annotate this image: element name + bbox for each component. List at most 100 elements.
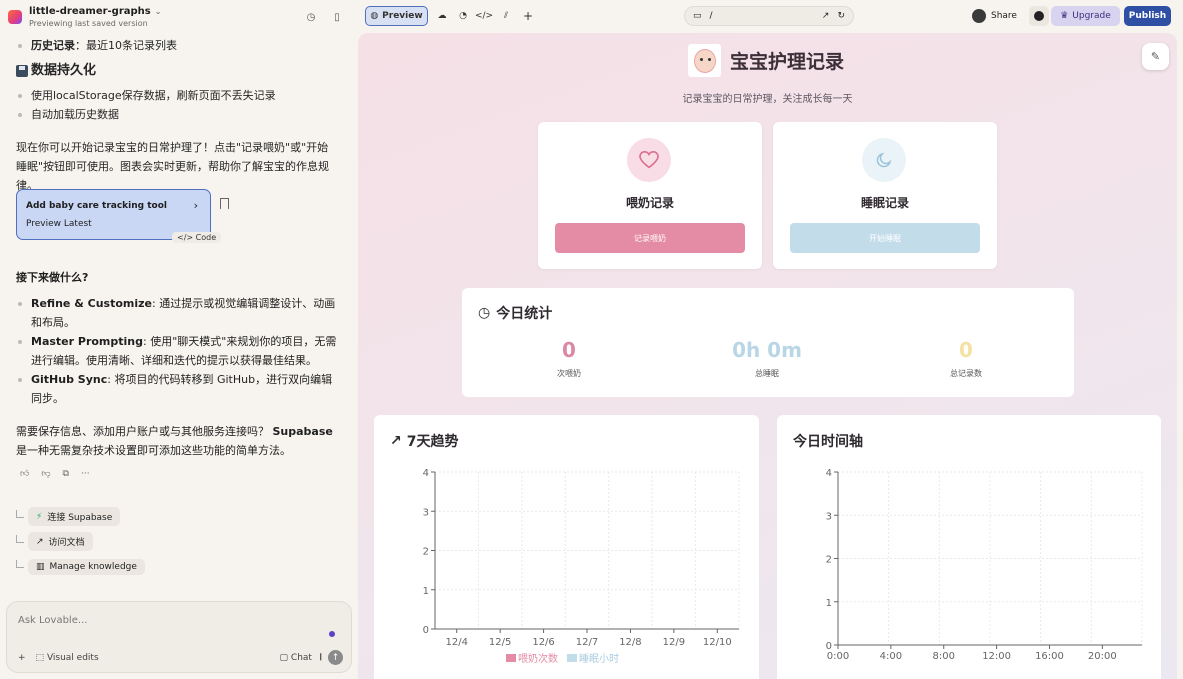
legend-swatch (567, 654, 577, 662)
heart-icon (627, 138, 671, 182)
avatar (972, 9, 986, 23)
legend-label: 睡眠小时 (579, 652, 619, 665)
plus-icon[interactable]: + (520, 6, 536, 26)
preview-button[interactable]: ◍ Preview (365, 6, 428, 26)
url-path[interactable]: / (710, 11, 713, 21)
thumbs-down-icon[interactable]: 👎︎ (41, 469, 50, 479)
list-item: Refine & Customize: 通过提示或视觉编辑调整设计、动画和布局。 (16, 294, 338, 332)
top-bar: ◍ Preview ☁︎ ◔ </> ⫽ + ▭ / ↗ ↻ Share ♛ Upg… (358, 0, 1183, 32)
crown-icon: ♛ (1060, 11, 1069, 21)
sidebar-toggle-icon[interactable]: ▯ (330, 10, 344, 24)
url-bar[interactable]: ▭ / ↗ ↻ (684, 6, 854, 26)
history-icon[interactable]: ◷ (304, 10, 318, 24)
chat-mode-button[interactable]: ▢ Chat (280, 653, 312, 663)
plus-icon[interactable]: + (18, 653, 26, 663)
open-external-icon[interactable]: ↗ (822, 11, 830, 21)
copy-icon[interactable]: ⧉ (63, 469, 69, 479)
list-item: 使用localStorage保存数据，刷新页面不丢失记录 (16, 86, 338, 105)
send-button[interactable]: ↑ (328, 650, 343, 665)
feeding-label: 喂奶记录 (625, 196, 674, 210)
refresh-icon[interactable]: ↻ (837, 11, 845, 21)
github-icon (1034, 11, 1044, 21)
page-subtitle: 记录宝宝的日常护理，关注成长每一天 (682, 94, 853, 105)
sleep-card: 睡眠记录 开始睡眠 (773, 122, 997, 269)
legend-label: 喂奶次数 (518, 652, 558, 665)
chat-panel: little-dreamer-graphs ⌄ Previewing last … (0, 0, 358, 679)
globe-icon: ◍ (370, 11, 379, 21)
stats-title: 今日统计 (496, 306, 553, 322)
next-steps: 接下来做什么? Refine & Customize: 通过提示或视觉编辑调整设… (16, 268, 338, 460)
github-button[interactable] (1029, 6, 1049, 26)
chat-messages: 历史记录：最近10条记录列表 数据持久化 使用localStorage保存数据，… (16, 36, 338, 195)
visual-edits-button[interactable]: ⬚ Visual edits (36, 653, 99, 663)
list-item: 历史记录：最近10条记录列表 (16, 36, 338, 55)
project-status: Previewing last saved version (29, 18, 148, 28)
x-tick-label: 0:00 (827, 651, 849, 662)
stat-total: 0 总记录数 (950, 338, 982, 378)
arrow-up-right-icon: ↗ (36, 536, 44, 547)
app-preview: ✎ 宝宝护理记录 记录宝宝的日常护理，关注成长每一天 喂奶记录 记录喂奶 睡眠记… (358, 33, 1177, 679)
stat-sleep: 0h 0m 总睡眠 (732, 338, 802, 378)
y-tick-label: 3 (423, 507, 429, 518)
bookmark-icon[interactable] (220, 198, 229, 209)
chevron-down-icon[interactable]: ⌄ (155, 6, 162, 18)
project-name: little-dreamer-graphs (29, 5, 151, 17)
cloud-icon[interactable]: ☁︎ (434, 6, 450, 26)
x-tick-label: 12/6 (532, 637, 554, 648)
docs-button[interactable]: ↗ 访问文档 (28, 532, 93, 551)
chat-input[interactable]: Ask Lovable... (18, 615, 87, 626)
suggestion-links: ⚡︎ 连接 Supabase ↗ 访问文档 ▥ Manage knowledge (16, 504, 145, 579)
voice-icon[interactable]: 𝄃 (320, 653, 322, 663)
chat-composer[interactable]: Ask Lovable... + ⬚ Visual edits ▢ Chat 𝄃… (6, 601, 352, 673)
x-tick-label: 12/9 (663, 637, 685, 648)
today-stats: ◷ 今日统计 0 次喂奶 0h 0m 总睡眠 0 总记录数 (462, 288, 1074, 397)
x-tick-label: 12/5 (489, 637, 511, 648)
floppy-disk-icon (16, 64, 28, 77)
trend-chart-card: ↗ 7天趋势 0 1 2 3 4 12/4 12/5 12/6 12/7 12/8 12/9 12/10… (374, 415, 759, 679)
supabase-text: 需要保存信息、添加用户账户或与其他服务连接吗？ Supabase 是一种无需复杂… (16, 425, 333, 457)
x-tick-label: 20:00 (1088, 651, 1117, 662)
chevron-right-icon: › (193, 199, 198, 212)
more-icon[interactable]: ··· (81, 469, 90, 479)
chart-icon[interactable]: ⫽ (498, 6, 514, 26)
start-sleep-button[interactable]: 开始睡眠 (790, 223, 980, 253)
x-tick-label: 12:00 (982, 651, 1011, 662)
persist-heading: 数据持久化 (31, 63, 97, 78)
record-feeding-button[interactable]: 记录喂奶 (555, 223, 745, 253)
upgrade-button[interactable]: ♛ Upgrade (1051, 6, 1120, 26)
x-tick-label: 12/4 (445, 637, 467, 648)
knowledge-button[interactable]: ▥ Manage knowledge (28, 558, 145, 575)
trend-chart: 0 1 2 3 4 12/4 12/5 12/6 12/7 12/8 12/9 12/10 喂奶次数 睡眠… (423, 468, 740, 665)
code-button[interactable]: </> Code (172, 232, 222, 243)
baby-logo (688, 44, 721, 77)
chat-bubble-icon: ▢ (279, 652, 289, 663)
connect-supabase-button[interactable]: ⚡︎ 连接 Supabase (28, 507, 121, 526)
y-tick-label: 2 (826, 555, 832, 566)
y-tick-label: 1 (826, 598, 832, 609)
code-icon[interactable]: </> (475, 6, 493, 26)
share-button[interactable]: Share (972, 6, 1017, 26)
cursor-icon: ⬚ (35, 652, 45, 663)
edit-icon[interactable]: ✎ (1142, 43, 1169, 70)
palette-icon[interactable]: ◔ (455, 6, 471, 26)
list-item: 自动加载历史数据 (16, 105, 338, 124)
y-tick-label: 0 (423, 625, 429, 636)
card-subtitle: Preview Latest (26, 219, 92, 229)
publish-button[interactable]: Publish (1124, 6, 1171, 26)
device-icon[interactable]: ▭ (693, 11, 702, 21)
bolt-icon: ⚡︎ (36, 511, 43, 522)
y-tick-label: 2 (423, 547, 429, 558)
baby-icon (693, 48, 716, 73)
x-tick-label: 12/7 (576, 637, 598, 648)
y-tick-label: 4 (423, 468, 429, 479)
timeline-chart-card: 今日时间轴 0 1 2 3 4 0:00 4:00 8:00 12:00 16:00 20:00 (777, 415, 1161, 679)
feeding-card: 喂奶记录 记录喂奶 (538, 122, 762, 269)
thumbs-up-icon[interactable]: 👍︎ (20, 469, 29, 479)
project-header[interactable]: little-dreamer-graphs ⌄ Previewing last … (8, 4, 348, 30)
y-tick-label: 1 (423, 586, 429, 597)
x-tick-label: 12/10 (703, 637, 732, 648)
x-tick-label: 12/8 (619, 637, 641, 648)
sleep-label: 睡眠记录 (860, 196, 909, 210)
next-heading: 接下来做什么? (16, 271, 89, 284)
list-item: GitHub Sync: 将项目的代码转移到 GitHub，进行双向编辑同步。 (16, 370, 338, 408)
